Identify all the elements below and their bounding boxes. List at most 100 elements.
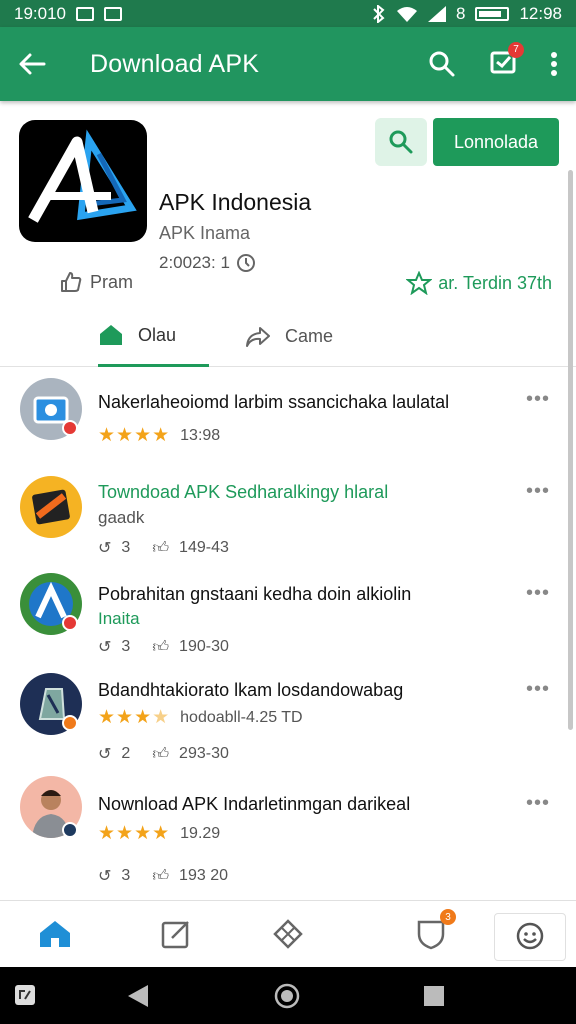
status-badge <box>62 420 78 436</box>
scrollbar[interactable] <box>568 170 573 730</box>
tab-home[interactable]: Olau <box>98 306 209 367</box>
reply-count: 2 <box>121 745 131 762</box>
item-actions: ↺ 3 👍︎ 149-43 <box>98 538 229 558</box>
smiley-chat-icon <box>516 922 544 950</box>
page-title: Download APK <box>90 49 260 78</box>
system-nav-bar <box>0 967 576 1024</box>
status-time-left: 19:010 <box>14 3 66 23</box>
back-icon[interactable] <box>126 983 150 1009</box>
reply-icon[interactable]: ↺ <box>98 538 111 558</box>
feed-list: Nakerlaheoiomd larbim ssancichaka laulat… <box>0 368 566 892</box>
more-vert-icon[interactable] <box>550 51 558 77</box>
tab-share[interactable]: Came <box>245 306 333 367</box>
more-options-icon[interactable]: ••• <box>526 792 550 815</box>
list-item[interactable]: Nownload APK Indarletinmgan darikeal ★★★… <box>0 772 566 892</box>
like-count: 149-43 <box>179 539 229 556</box>
app-logo-icon <box>19 120 147 242</box>
trending-action[interactable]: ar. Terdin 37th <box>406 271 552 295</box>
like-icon[interactable]: 👍︎ <box>152 745 169 764</box>
back-arrow-icon[interactable] <box>18 52 46 76</box>
item-title: Pobrahitan gnstaani kedha doin alkiolin <box>98 584 412 604</box>
app-search-button[interactable] <box>375 118 427 166</box>
item-subtitle: Inaita <box>98 609 140 628</box>
battery-level: 8 <box>455 3 466 23</box>
reply-count: 3 <box>121 867 131 884</box>
app-switch-icon[interactable] <box>14 984 36 1006</box>
bottom-nav: 3 <box>0 900 576 967</box>
recents-icon[interactable] <box>423 985 445 1007</box>
edit-icon <box>161 921 189 949</box>
item-title: Nownload APK Indarletinmgan darikeal <box>98 794 411 814</box>
more-options-icon[interactable]: ••• <box>526 582 550 605</box>
nav-explore[interactable] <box>271 917 305 951</box>
thumb-up-icon <box>61 272 82 292</box>
more-options-icon[interactable]: ••• <box>526 388 550 411</box>
notification-badge: 3 <box>440 909 456 925</box>
search-icon[interactable] <box>428 50 456 78</box>
rating-text: 19.29 <box>180 824 221 842</box>
reply-icon[interactable]: ↺ <box>98 637 111 657</box>
rating-text: hodoabll-4.25 TD <box>180 708 303 726</box>
star-rating-icon: ★★★★ <box>98 823 171 844</box>
nav-notifications[interactable]: 3 <box>414 909 456 951</box>
status-bar: 19:010 8 12:98 <box>0 0 576 27</box>
tab-home-label: Olau <box>138 324 177 345</box>
like-icon[interactable]: 👍︎ <box>152 867 169 886</box>
star-rating-icon: ★★★★ <box>98 425 171 446</box>
app-developer: APK Inama <box>159 223 251 243</box>
rating: ★★★★ 13:98 <box>98 424 220 447</box>
message-icon <box>76 6 94 21</box>
bluetooth-icon <box>373 4 385 23</box>
share-arrow-icon <box>246 326 270 347</box>
notification-badge: 7 <box>508 41 524 58</box>
like-icon[interactable]: 👍︎ <box>152 638 169 657</box>
reply-icon[interactable]: ↺ <box>98 866 111 886</box>
app-meta: 2:0023: 1 <box>159 253 256 273</box>
like-count: 293-30 <box>179 745 229 762</box>
item-title: Towndoad APK Sedharalkingy hlaral <box>98 482 389 502</box>
more-options-icon[interactable]: ••• <box>526 678 550 701</box>
signal-icon <box>427 5 446 22</box>
nav-edit[interactable] <box>159 917 193 951</box>
nav-chat[interactable] <box>494 913 566 961</box>
like-count: 190-30 <box>179 638 229 655</box>
explore-icon <box>273 919 303 949</box>
item-actions: ↺ 3 👍︎ 190-30 <box>98 637 229 657</box>
list-item[interactable]: Nakerlaheoiomd larbim ssancichaka laulat… <box>0 368 566 468</box>
tab-bar: Olau Came <box>0 306 576 367</box>
notification-icon <box>104 6 122 21</box>
wifi-icon <box>396 6 417 22</box>
download-button[interactable]: Lonnolada <box>433 118 559 166</box>
home-icon <box>40 921 70 947</box>
status-badge <box>62 715 78 731</box>
nav-home[interactable] <box>38 917 72 951</box>
item-subtitle: gaadk <box>98 508 145 527</box>
status-badge <box>62 822 78 838</box>
item-title: Bdandhtakiorato lkam losdandowabag <box>98 680 404 700</box>
more-options-icon[interactable]: ••• <box>526 480 550 503</box>
list-item[interactable]: Pobrahitan gnstaani kedha doin alkiolin … <box>0 568 566 668</box>
status-time-right: 12:98 <box>519 3 562 23</box>
reply-count: 3 <box>121 539 131 556</box>
app-name: APK Indonesia <box>159 189 312 215</box>
home-circle-icon[interactable] <box>274 983 300 1009</box>
status-badge <box>62 615 78 631</box>
search-icon <box>389 130 413 154</box>
app-header: Lonnolada APK Indonesia APK Inama 2:0023… <box>0 101 576 367</box>
star-rating-icon: ★★★★ <box>98 707 171 728</box>
reply-count: 3 <box>121 638 131 655</box>
reply-icon[interactable]: ↺ <box>98 744 111 764</box>
battery-icon <box>475 6 510 21</box>
rating: ★★★★ hodoabll-4.25 TD <box>98 706 303 729</box>
clock-icon <box>236 254 255 272</box>
list-item[interactable]: Towndoad APK Sedharalkingy hlaral gaadk … <box>0 468 566 568</box>
like-count: 193 20 <box>179 867 228 884</box>
share-action[interactable]: Pram <box>60 271 133 293</box>
share-label: Pram <box>90 271 134 292</box>
like-icon[interactable]: 👍︎ <box>152 539 169 558</box>
list-item[interactable]: Bdandhtakiorato lkam losdandowabag ★★★★ … <box>0 668 566 772</box>
item-title: Nakerlaheoiomd larbim ssancichaka laulat… <box>98 392 450 412</box>
tab-share-label: Came <box>285 326 334 346</box>
trending-label: ar. Terdin 37th <box>438 272 552 293</box>
notifications-button[interactable]: 7 <box>490 41 524 79</box>
